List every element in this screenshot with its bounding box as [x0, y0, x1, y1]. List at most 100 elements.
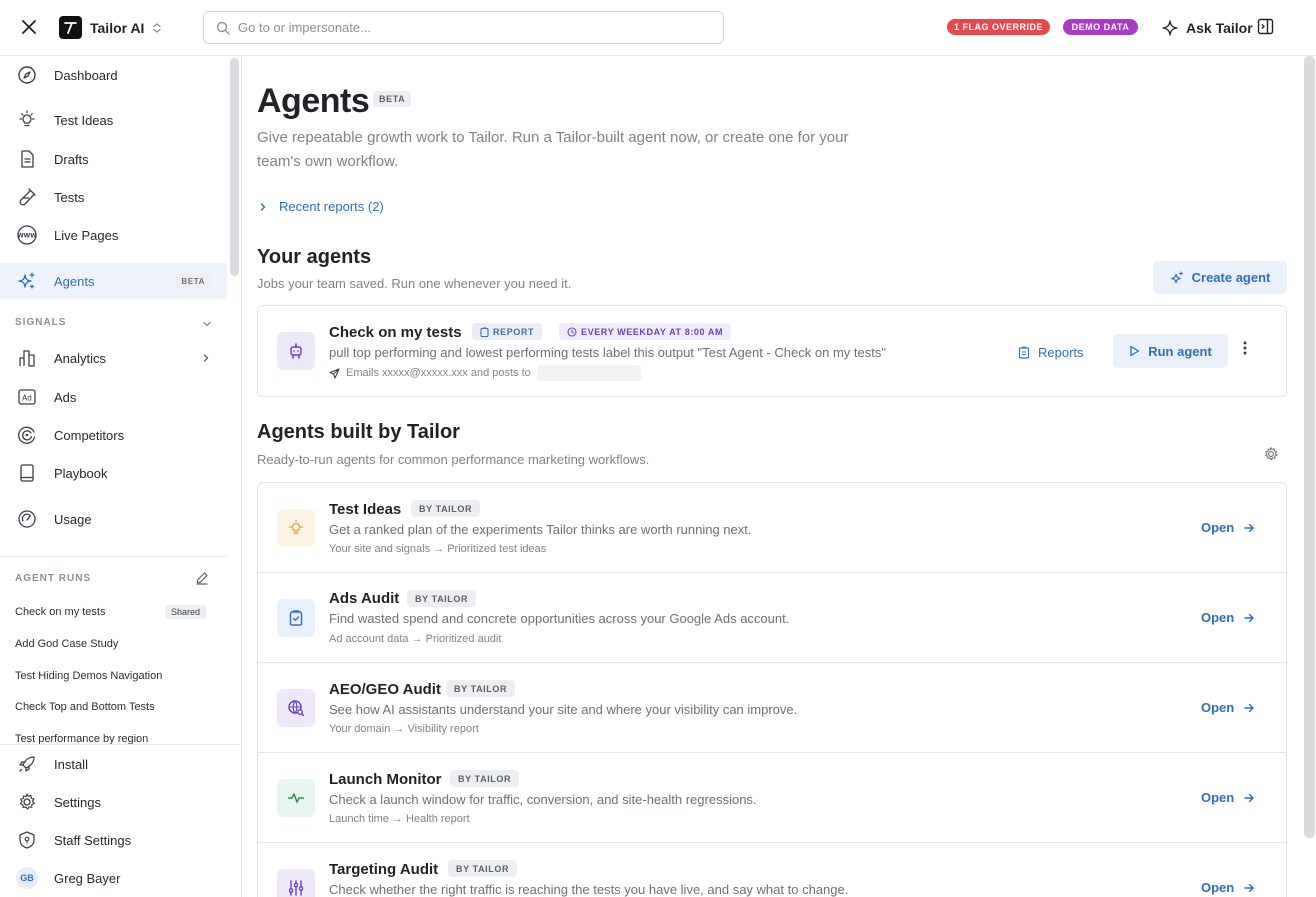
create-agent-label: Create agent	[1191, 270, 1271, 285]
agent-run-item[interactable]: Test Hiding Demos Navigation	[15, 670, 215, 682]
sidebar-item-settings[interactable]: Settings	[0, 784, 227, 820]
sidebar-item-label: Ads	[54, 389, 77, 405]
sidebar-item-label: Agents	[54, 273, 95, 289]
bar-chart-icon	[16, 347, 38, 369]
saved-agent-card[interactable]: Check on my tests REPORT EVERY WEEKDAY A…	[257, 305, 1287, 397]
by-tailor-tag: BY TAILOR	[411, 500, 481, 517]
agent-delivery-text: Emails xxxxx@xxxxx.xxx and posts to	[346, 367, 531, 379]
flask-icon	[16, 186, 38, 208]
agent-run-label: Check on my tests	[15, 606, 106, 618]
chevron-right-icon	[260, 202, 266, 211]
sidebar-item-label: Playbook	[54, 465, 108, 481]
recent-reports-toggle[interactable]: Recent reports (2)	[257, 199, 384, 214]
send-icon	[329, 367, 340, 379]
agent-run-item[interactable]: Check Top and Bottom Tests	[15, 701, 215, 713]
ask-tailor-button[interactable]: Ask Tailor	[1162, 17, 1253, 39]
open-label: Open	[1201, 790, 1235, 805]
reports-label: Reports	[1038, 345, 1084, 360]
sidebar-item-competitors[interactable]: Competitors	[0, 417, 227, 453]
play-icon	[1130, 345, 1140, 357]
by-tailor-tag: BY TAILOR	[448, 860, 518, 877]
sidebar-item-drafts[interactable]: Drafts	[0, 141, 227, 177]
close-icon	[22, 20, 36, 34]
sidebar-item-ads[interactable]: Ad Ads	[0, 379, 227, 415]
sidebar-item-dashboard[interactable]: Dashboard	[0, 57, 227, 93]
sidebar-item-tests[interactable]: Tests	[0, 179, 227, 215]
built-agent-row[interactable]: Test Ideas BY TAILOR Get a ranked plan o…	[258, 483, 1286, 573]
sidebar-item-label: Test Ideas	[54, 112, 114, 128]
report-tag-label: REPORT	[493, 326, 535, 337]
sparkles-icon	[16, 270, 38, 292]
run-agent-button[interactable]: Run agent	[1113, 334, 1228, 368]
sidebar-item-staff-settings[interactable]: Staff Settings	[0, 822, 227, 858]
sparkle-icon	[1162, 20, 1178, 36]
gauge-icon	[16, 508, 38, 530]
flag-override-badge[interactable]: 1 FLAG OVERRIDE	[947, 19, 1050, 35]
agent-description: See how AI assistants understand your si…	[329, 702, 798, 717]
arrow-right-icon	[1244, 523, 1255, 532]
sidebar-item-analytics[interactable]: Analytics	[0, 340, 227, 376]
user-menu[interactable]: GB Greg Bayer	[0, 860, 227, 896]
close-button[interactable]	[16, 14, 42, 40]
agent-name: Check on my tests	[329, 324, 462, 341]
open-label: Open	[1201, 610, 1235, 625]
agent-name: Launch Monitor	[329, 771, 442, 788]
agent-description: Check a launch window for traffic, conve…	[329, 792, 757, 807]
sidebar-divider	[0, 556, 227, 557]
redacted-channel	[536, 365, 641, 381]
built-agent-row[interactable]: Ads Audit BY TAILOR Find wasted spend an…	[258, 573, 1286, 663]
open-agent-link[interactable]: Open	[1201, 610, 1255, 625]
more-options-icon[interactable]	[1243, 340, 1247, 356]
book-icon	[16, 462, 38, 484]
sidebar-item-live-pages[interactable]: WWW Live Pages	[0, 217, 227, 253]
open-label: Open	[1201, 520, 1235, 535]
agent-flow: Your site and signals → Prioritized test…	[329, 543, 547, 555]
built-agent-row[interactable]: Launch Monitor BY TAILOR Check a launch …	[258, 753, 1286, 843]
agent-runs-section-label: AGENT RUNS	[15, 573, 92, 584]
lightbulb-icon	[16, 109, 38, 131]
beta-badge: BETA	[175, 274, 211, 288]
sparkles-icon	[1171, 270, 1183, 283]
open-agent-link[interactable]: Open	[1201, 700, 1255, 715]
built-agent-row[interactable]: Targeting Audit BY TAILOR Check whether …	[258, 843, 1286, 897]
agent-run-item[interactable]: Add God Case Study	[15, 638, 215, 650]
ask-tailor-label: Ask Tailor	[1186, 20, 1253, 36]
sidebar-item-agents[interactable]: Agents BETA	[0, 263, 227, 299]
side-panel-toggle[interactable]	[1257, 18, 1274, 35]
sidebar-item-usage[interactable]: Usage	[0, 501, 227, 537]
shield-icon	[16, 829, 38, 851]
sliders-icon	[277, 869, 315, 897]
page-scrollbar[interactable]	[1304, 56, 1315, 838]
schedule-tag-label: EVERY WEEKDAY AT 8:00 AM	[581, 326, 724, 337]
sidebar-item-label: Install	[54, 756, 88, 772]
reports-button[interactable]: Reports	[1018, 336, 1084, 369]
sidebar-item-label: Staff Settings	[54, 832, 132, 848]
edit-icon[interactable]	[195, 571, 209, 585]
by-tailor-tag: BY TAILOR	[446, 680, 516, 697]
workspace-switcher[interactable]: Tailor AI	[59, 15, 162, 40]
sidebar-item-label: Live Pages	[54, 227, 119, 243]
create-agent-button[interactable]: Create agent	[1153, 261, 1287, 294]
arrow-right-icon	[1244, 793, 1255, 802]
schedule-tag: EVERY WEEKDAY AT 8:00 AM	[559, 323, 732, 340]
arrow-right-icon	[1244, 703, 1255, 712]
open-agent-link[interactable]: Open	[1201, 790, 1255, 805]
demo-data-badge[interactable]: DEMO DATA	[1063, 19, 1138, 35]
sidebar-item-label: Tests	[54, 189, 85, 205]
agent-run-item[interactable]: Check on my tests Shared	[15, 605, 215, 619]
built-agent-row[interactable]: AEO/GEO Audit BY TAILOR See how AI assis…	[258, 663, 1286, 753]
sidebar-scrollbar[interactable]	[230, 58, 239, 276]
shared-badge: Shared	[165, 605, 207, 619]
main-content: Agents BETA Give repeatable growth work …	[242, 56, 1300, 897]
search-icon	[216, 21, 230, 35]
open-agent-link[interactable]: Open	[1201, 880, 1255, 895]
chevron-down-icon[interactable]	[202, 319, 212, 329]
search-input[interactable]	[238, 20, 698, 35]
gear-icon[interactable]	[1263, 446, 1279, 462]
agent-name: Test Ideas	[329, 501, 402, 518]
sidebar-item-test-ideas[interactable]: Test Ideas	[0, 102, 227, 138]
open-agent-link[interactable]: Open	[1201, 520, 1255, 535]
sidebar-item-label: Analytics	[54, 350, 107, 366]
sidebar-item-install[interactable]: Install	[0, 746, 227, 782]
sidebar-item-playbook[interactable]: Playbook	[0, 455, 227, 491]
